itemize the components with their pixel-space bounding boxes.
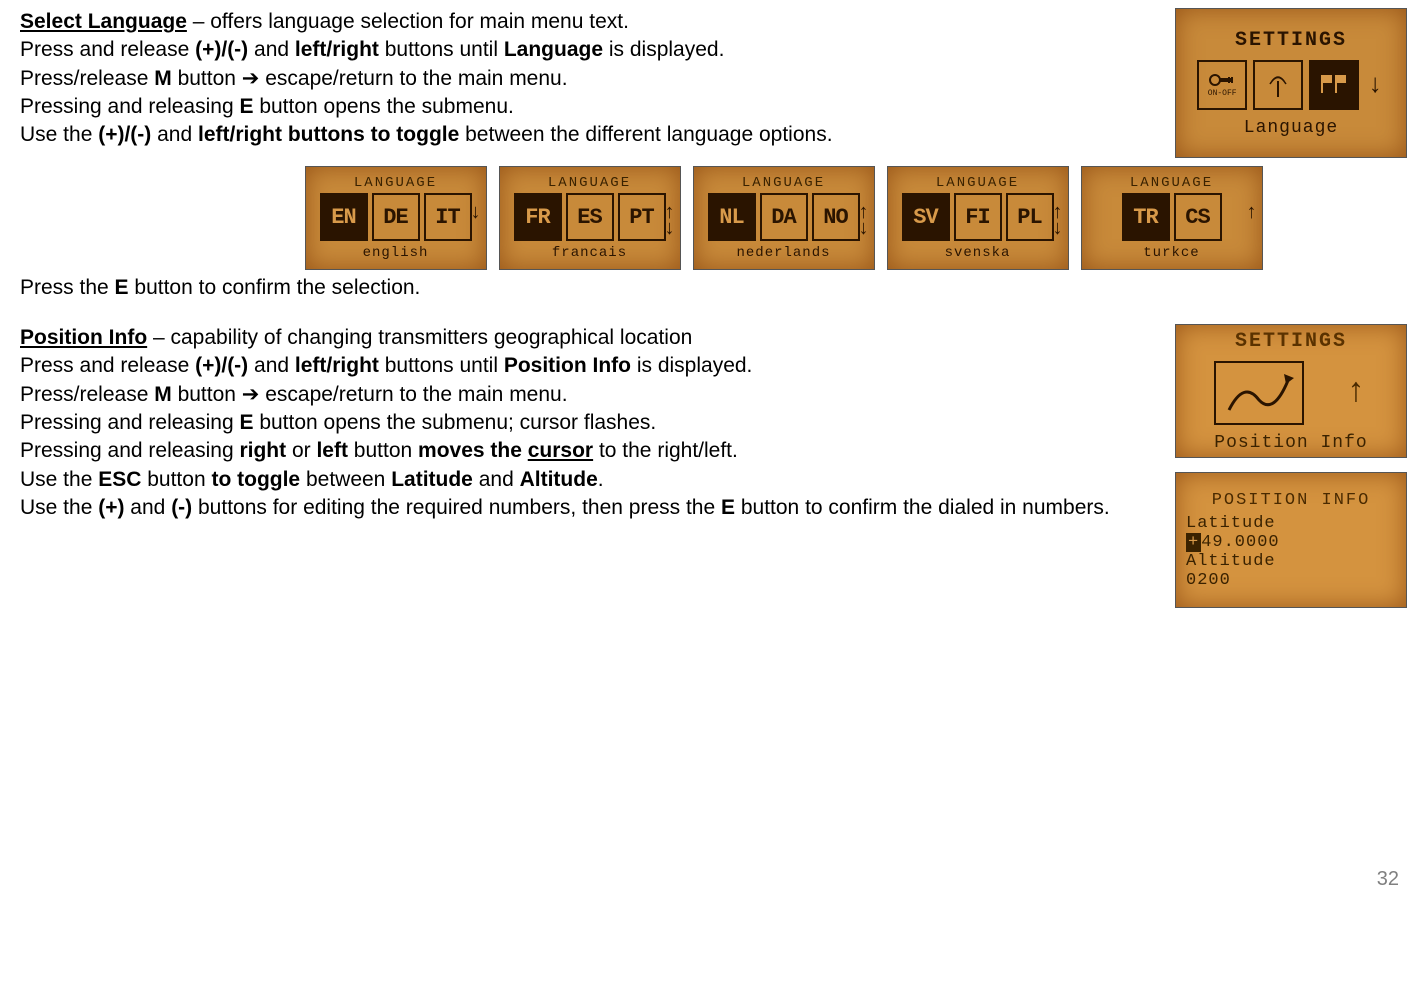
scroll-arrow-icon: ↑ [1245, 206, 1257, 222]
antenna-icon [1253, 60, 1303, 110]
latitude-label: Latitude [1186, 514, 1276, 533]
lang-code-box: FI [954, 193, 1002, 241]
lang-code-box: PL [1006, 193, 1054, 241]
lang-code-box: PT [618, 193, 666, 241]
lcd-settings-pos-caption: Position Info [1214, 433, 1367, 453]
lcd-lang-caption: nederlands [736, 245, 830, 261]
lang-code-box: SV [902, 193, 950, 241]
map-route-icon [1214, 361, 1304, 425]
lang-code-box: CS [1174, 193, 1222, 241]
lang-code-box: NL [708, 193, 756, 241]
lang-code-box: ES [566, 193, 614, 241]
page-number: 32 [20, 868, 1407, 891]
lcd-settings-position: SETTINGS ↑ Position Info [1175, 324, 1407, 458]
position-info-text: Position Info – capability of changing t… [20, 324, 1155, 522]
up-arrow-icon: ↑ [1344, 376, 1368, 410]
scroll-arrow-icon: ↑↓ [857, 206, 869, 238]
key-onoff-icon: ON-OFF [1197, 60, 1247, 110]
down-arrow-icon: ↓ [1365, 72, 1385, 98]
lcd-lang-title: LANGUAGE [1130, 175, 1213, 191]
lang-code-box: IT [424, 193, 472, 241]
lcd-language-screen: LANGUAGE FRESPT francais ↑↓ [499, 166, 681, 270]
lcd-position-info: POSITION INFO Latitude +49.0000 Altitude… [1175, 472, 1407, 608]
flags-icon [1309, 60, 1359, 110]
scroll-arrow-icon: ↓ [469, 206, 481, 222]
scroll-arrow-icon: ↑↓ [1051, 206, 1063, 238]
lcd-language-screen: LANGUAGE TRCS turkce ↑ [1081, 166, 1263, 270]
lcd-lang-caption: svenska [945, 245, 1011, 261]
lcd-position-title: POSITION INFO [1186, 491, 1396, 510]
lcd-lang-caption: english [363, 245, 429, 261]
altitude-label: Altitude [1186, 552, 1276, 571]
select-language-title: Select Language [20, 10, 187, 33]
lang-code-box: TR [1122, 193, 1170, 241]
scroll-arrow-icon: ↑↓ [663, 206, 675, 238]
latitude-value: +49.0000 [1186, 533, 1280, 552]
lcd-language-screen: LANGUAGE ENDEIT english ↓ [305, 166, 487, 270]
lcd-settings-title: SETTINGS [1235, 29, 1347, 52]
lang-code-box: EN [320, 193, 368, 241]
lcd-settings-language: SETTINGS ON-OFF ↓ Language [1175, 8, 1407, 158]
lcd-lang-title: LANGUAGE [936, 175, 1019, 191]
lang-code-box: DA [760, 193, 808, 241]
language-strip: LANGUAGE ENDEIT english ↓ LANGUAGE FRESPT fran… [160, 166, 1407, 270]
position-info-title: Position Info [20, 326, 147, 349]
altitude-value: 0200 [1186, 571, 1231, 590]
lcd-language-screen: LANGUAGE NLDANO nederlands ↑↓ [693, 166, 875, 270]
lang-code-box: NO [812, 193, 860, 241]
lcd-lang-caption: francais [552, 245, 627, 261]
lang-code-box: FR [514, 193, 562, 241]
lcd-language-screen: LANGUAGE SVFIPL svenska ↑↓ [887, 166, 1069, 270]
lcd-lang-title: LANGUAGE [742, 175, 825, 191]
lang-code-box: DE [372, 193, 420, 241]
lcd-lang-caption: turkce [1143, 245, 1199, 261]
lcd-settings-caption: Language [1244, 118, 1338, 138]
lcd-lang-title: LANGUAGE [354, 175, 437, 191]
select-language-text: Select Language – offers language select… [20, 8, 1155, 150]
lcd-settings-pos-title: SETTINGS [1235, 330, 1347, 353]
lcd-lang-title: LANGUAGE [548, 175, 631, 191]
